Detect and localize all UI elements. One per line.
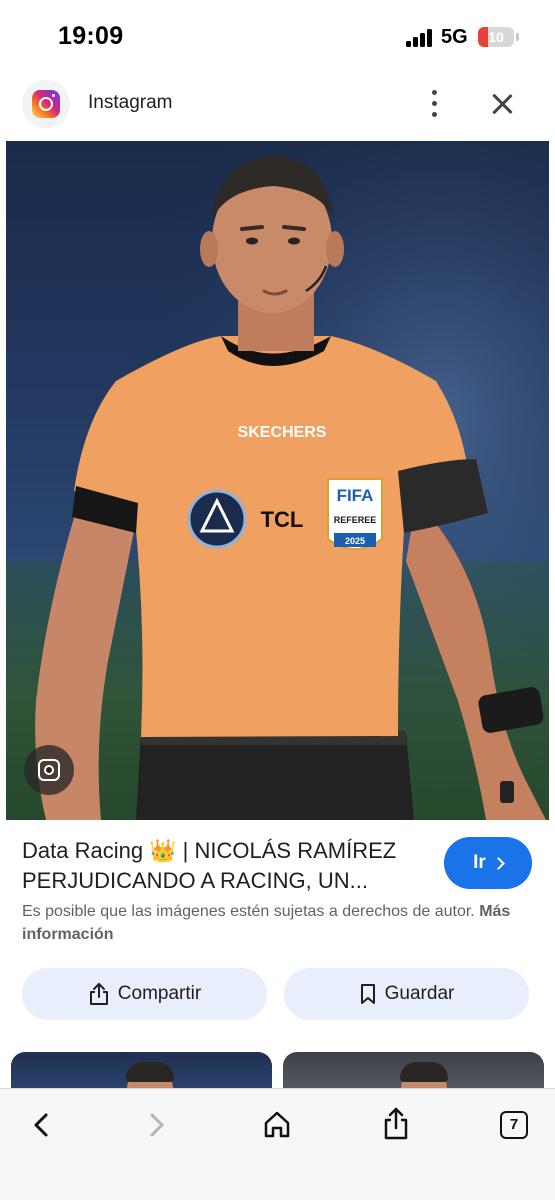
copyright-notice: Es posible que las imágenes estén sujeta… [22,900,522,946]
referee-photo: SKECHERS TCL FIFA REFEREE 2025 [6,141,549,820]
share-page-button[interactable] [372,1101,420,1149]
sponsor-logo: TCL [261,507,304,532]
go-button-label: Ir [473,852,486,873]
result-title-row: Data Racing 👑 | NICOLÁS RAMÍREZ PERJUDIC… [22,836,422,896]
source-header: Instagram [0,78,555,130]
chevron-right-icon [150,1113,164,1137]
main-image[interactable]: SKECHERS TCL FIFA REFEREE 2025 [6,141,549,820]
status-bar: 19:09 5G 10 [0,0,555,72]
chevron-left-icon [34,1113,48,1137]
jersey-brand: SKECHERS [238,424,327,441]
badge-year: 2025 [345,536,365,546]
share-icon [384,1107,408,1140]
go-button[interactable]: Ir [444,837,532,889]
save-button[interactable]: Guardar [284,968,529,1020]
battery-icon: 10 [478,27,514,47]
network-type: 5G [441,26,468,48]
battery-tip [516,33,519,41]
source-name[interactable]: Instagram [88,92,172,114]
forward-button[interactable] [134,1101,182,1149]
home-icon [264,1111,290,1138]
chevron-right-icon [491,856,505,870]
result-title[interactable]: Data Racing 👑 | NICOLÁS RAMÍREZ PERJUDIC… [22,836,422,896]
back-button[interactable] [16,1101,64,1149]
signal-icon [406,29,434,47]
share-button[interactable]: Compartir [22,968,267,1020]
more-options-icon[interactable] [421,88,449,120]
share-button-label: Compartir [117,983,202,1004]
browser-toolbar: 7 [0,1088,555,1200]
tabs-count: 7 [500,1111,528,1139]
referee-badge-text: REFEREE [334,515,377,525]
share-icon [89,983,108,1005]
fifa-badge-text: FIFA [337,486,374,505]
bookmark-icon [360,984,375,1004]
close-icon[interactable] [486,88,518,120]
status-time: 19:09 [58,22,124,50]
tabs-button[interactable]: 7 [490,1101,538,1149]
home-button[interactable] [253,1101,301,1149]
google-lens-icon[interactable] [24,745,74,795]
save-button-label: Guardar [384,983,455,1004]
instagram-logo-icon[interactable] [22,80,70,128]
copyright-text: Es posible que las imágenes estén sujeta… [22,903,475,920]
battery-level: 10 [488,29,504,45]
